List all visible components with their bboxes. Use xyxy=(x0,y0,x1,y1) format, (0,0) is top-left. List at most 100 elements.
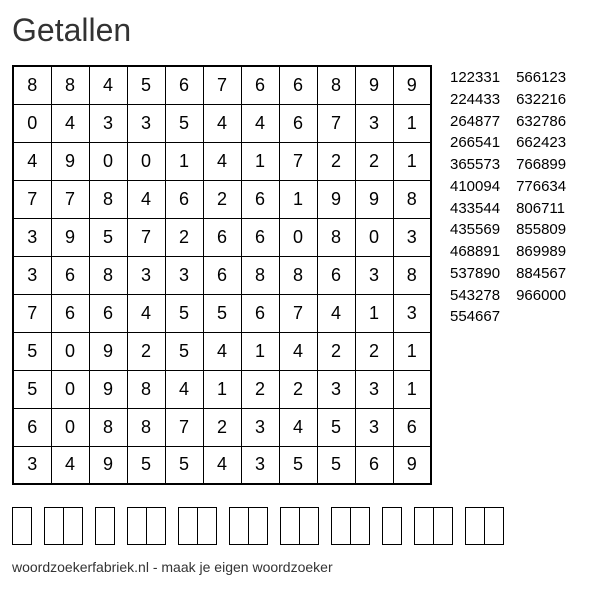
grid-cell[interactable]: 6 xyxy=(241,294,279,332)
grid-cell[interactable]: 8 xyxy=(13,66,51,104)
grid-cell[interactable]: 4 xyxy=(317,294,355,332)
answer-cell[interactable] xyxy=(299,508,318,544)
grid-cell[interactable]: 5 xyxy=(165,104,203,142)
grid-cell[interactable]: 4 xyxy=(203,332,241,370)
grid-cell[interactable]: 2 xyxy=(279,370,317,408)
grid-cell[interactable]: 1 xyxy=(393,370,431,408)
grid-cell[interactable]: 2 xyxy=(355,142,393,180)
grid-cell[interactable]: 6 xyxy=(89,294,127,332)
grid-cell[interactable]: 5 xyxy=(127,66,165,104)
grid-cell[interactable]: 3 xyxy=(165,256,203,294)
grid-cell[interactable]: 6 xyxy=(51,294,89,332)
answer-cell[interactable] xyxy=(415,508,433,544)
grid-cell[interactable]: 2 xyxy=(317,332,355,370)
grid-cell[interactable]: 5 xyxy=(203,294,241,332)
grid-cell[interactable]: 6 xyxy=(203,256,241,294)
answer-cell[interactable] xyxy=(179,508,197,544)
grid-cell[interactable]: 2 xyxy=(203,180,241,218)
grid-cell[interactable]: 0 xyxy=(51,408,89,446)
grid-cell[interactable]: 5 xyxy=(89,218,127,256)
grid-cell[interactable]: 3 xyxy=(355,104,393,142)
answer-cell[interactable] xyxy=(281,508,299,544)
answer-cell[interactable] xyxy=(96,508,114,544)
answer-cell[interactable] xyxy=(197,508,216,544)
grid-cell[interactable]: 7 xyxy=(165,408,203,446)
answer-cell[interactable] xyxy=(350,508,369,544)
grid-cell[interactable]: 0 xyxy=(89,142,127,180)
grid-cell[interactable]: 8 xyxy=(279,256,317,294)
answer-cell[interactable] xyxy=(128,508,146,544)
grid-cell[interactable]: 6 xyxy=(165,66,203,104)
grid-cell[interactable]: 4 xyxy=(203,104,241,142)
grid-cell[interactable]: 3 xyxy=(13,218,51,256)
answer-box[interactable] xyxy=(12,507,32,545)
grid-cell[interactable]: 3 xyxy=(13,256,51,294)
grid-cell[interactable]: 0 xyxy=(279,218,317,256)
answer-box[interactable] xyxy=(280,507,319,545)
grid-cell[interactable]: 7 xyxy=(127,218,165,256)
grid-cell[interactable]: 1 xyxy=(355,294,393,332)
answer-box[interactable] xyxy=(95,507,115,545)
grid-cell[interactable]: 3 xyxy=(89,104,127,142)
grid-cell[interactable]: 9 xyxy=(89,370,127,408)
grid-cell[interactable]: 3 xyxy=(355,256,393,294)
grid-cell[interactable]: 6 xyxy=(279,66,317,104)
grid-cell[interactable]: 3 xyxy=(393,218,431,256)
grid-cell[interactable]: 1 xyxy=(279,180,317,218)
grid-cell[interactable]: 1 xyxy=(203,370,241,408)
grid-cell[interactable]: 8 xyxy=(127,408,165,446)
grid-cell[interactable]: 1 xyxy=(393,332,431,370)
grid-cell[interactable]: 8 xyxy=(393,180,431,218)
grid-cell[interactable]: 8 xyxy=(89,256,127,294)
grid-cell[interactable]: 6 xyxy=(13,408,51,446)
answer-cell[interactable] xyxy=(13,508,31,544)
grid-cell[interactable]: 6 xyxy=(241,218,279,256)
grid-cell[interactable]: 3 xyxy=(355,370,393,408)
grid-cell[interactable]: 1 xyxy=(241,142,279,180)
grid-cell[interactable]: 6 xyxy=(241,66,279,104)
answer-cell[interactable] xyxy=(466,508,484,544)
answer-cell[interactable] xyxy=(433,508,452,544)
answer-box[interactable] xyxy=(465,507,504,545)
grid-cell[interactable]: 2 xyxy=(127,332,165,370)
grid-cell[interactable]: 7 xyxy=(51,180,89,218)
grid-cell[interactable]: 4 xyxy=(51,104,89,142)
grid-cell[interactable]: 2 xyxy=(165,218,203,256)
answer-cell[interactable] xyxy=(383,508,401,544)
grid-cell[interactable]: 4 xyxy=(165,370,203,408)
grid-cell[interactable]: 5 xyxy=(165,446,203,484)
grid-cell[interactable]: 5 xyxy=(13,332,51,370)
answer-box[interactable] xyxy=(331,507,370,545)
grid-cell[interactable]: 5 xyxy=(165,294,203,332)
grid-cell[interactable]: 5 xyxy=(317,446,355,484)
grid-cell[interactable]: 8 xyxy=(393,256,431,294)
grid-cell[interactable]: 3 xyxy=(127,104,165,142)
grid-cell[interactable]: 4 xyxy=(127,294,165,332)
grid-cell[interactable]: 8 xyxy=(89,408,127,446)
answer-box[interactable] xyxy=(178,507,217,545)
grid-cell[interactable]: 0 xyxy=(13,104,51,142)
grid-cell[interactable]: 8 xyxy=(317,218,355,256)
grid-cell[interactable]: 6 xyxy=(393,408,431,446)
grid-cell[interactable]: 3 xyxy=(13,446,51,484)
answer-box[interactable] xyxy=(382,507,402,545)
grid-cell[interactable]: 9 xyxy=(89,446,127,484)
grid-cell[interactable]: 4 xyxy=(89,66,127,104)
grid-cell[interactable]: 0 xyxy=(127,142,165,180)
answer-box[interactable] xyxy=(127,507,166,545)
grid-cell[interactable]: 8 xyxy=(51,66,89,104)
grid-cell[interactable]: 3 xyxy=(355,408,393,446)
grid-cell[interactable]: 6 xyxy=(279,104,317,142)
grid-cell[interactable]: 1 xyxy=(393,104,431,142)
grid-cell[interactable]: 4 xyxy=(241,104,279,142)
grid-cell[interactable]: 2 xyxy=(203,408,241,446)
grid-cell[interactable]: 7 xyxy=(13,180,51,218)
grid-cell[interactable]: 6 xyxy=(203,218,241,256)
grid-cell[interactable]: 8 xyxy=(317,66,355,104)
answer-cell[interactable] xyxy=(484,508,503,544)
grid-cell[interactable]: 1 xyxy=(165,142,203,180)
grid-cell[interactable]: 4 xyxy=(51,446,89,484)
answer-cell[interactable] xyxy=(45,508,63,544)
grid-cell[interactable]: 5 xyxy=(165,332,203,370)
answer-cell[interactable] xyxy=(230,508,248,544)
